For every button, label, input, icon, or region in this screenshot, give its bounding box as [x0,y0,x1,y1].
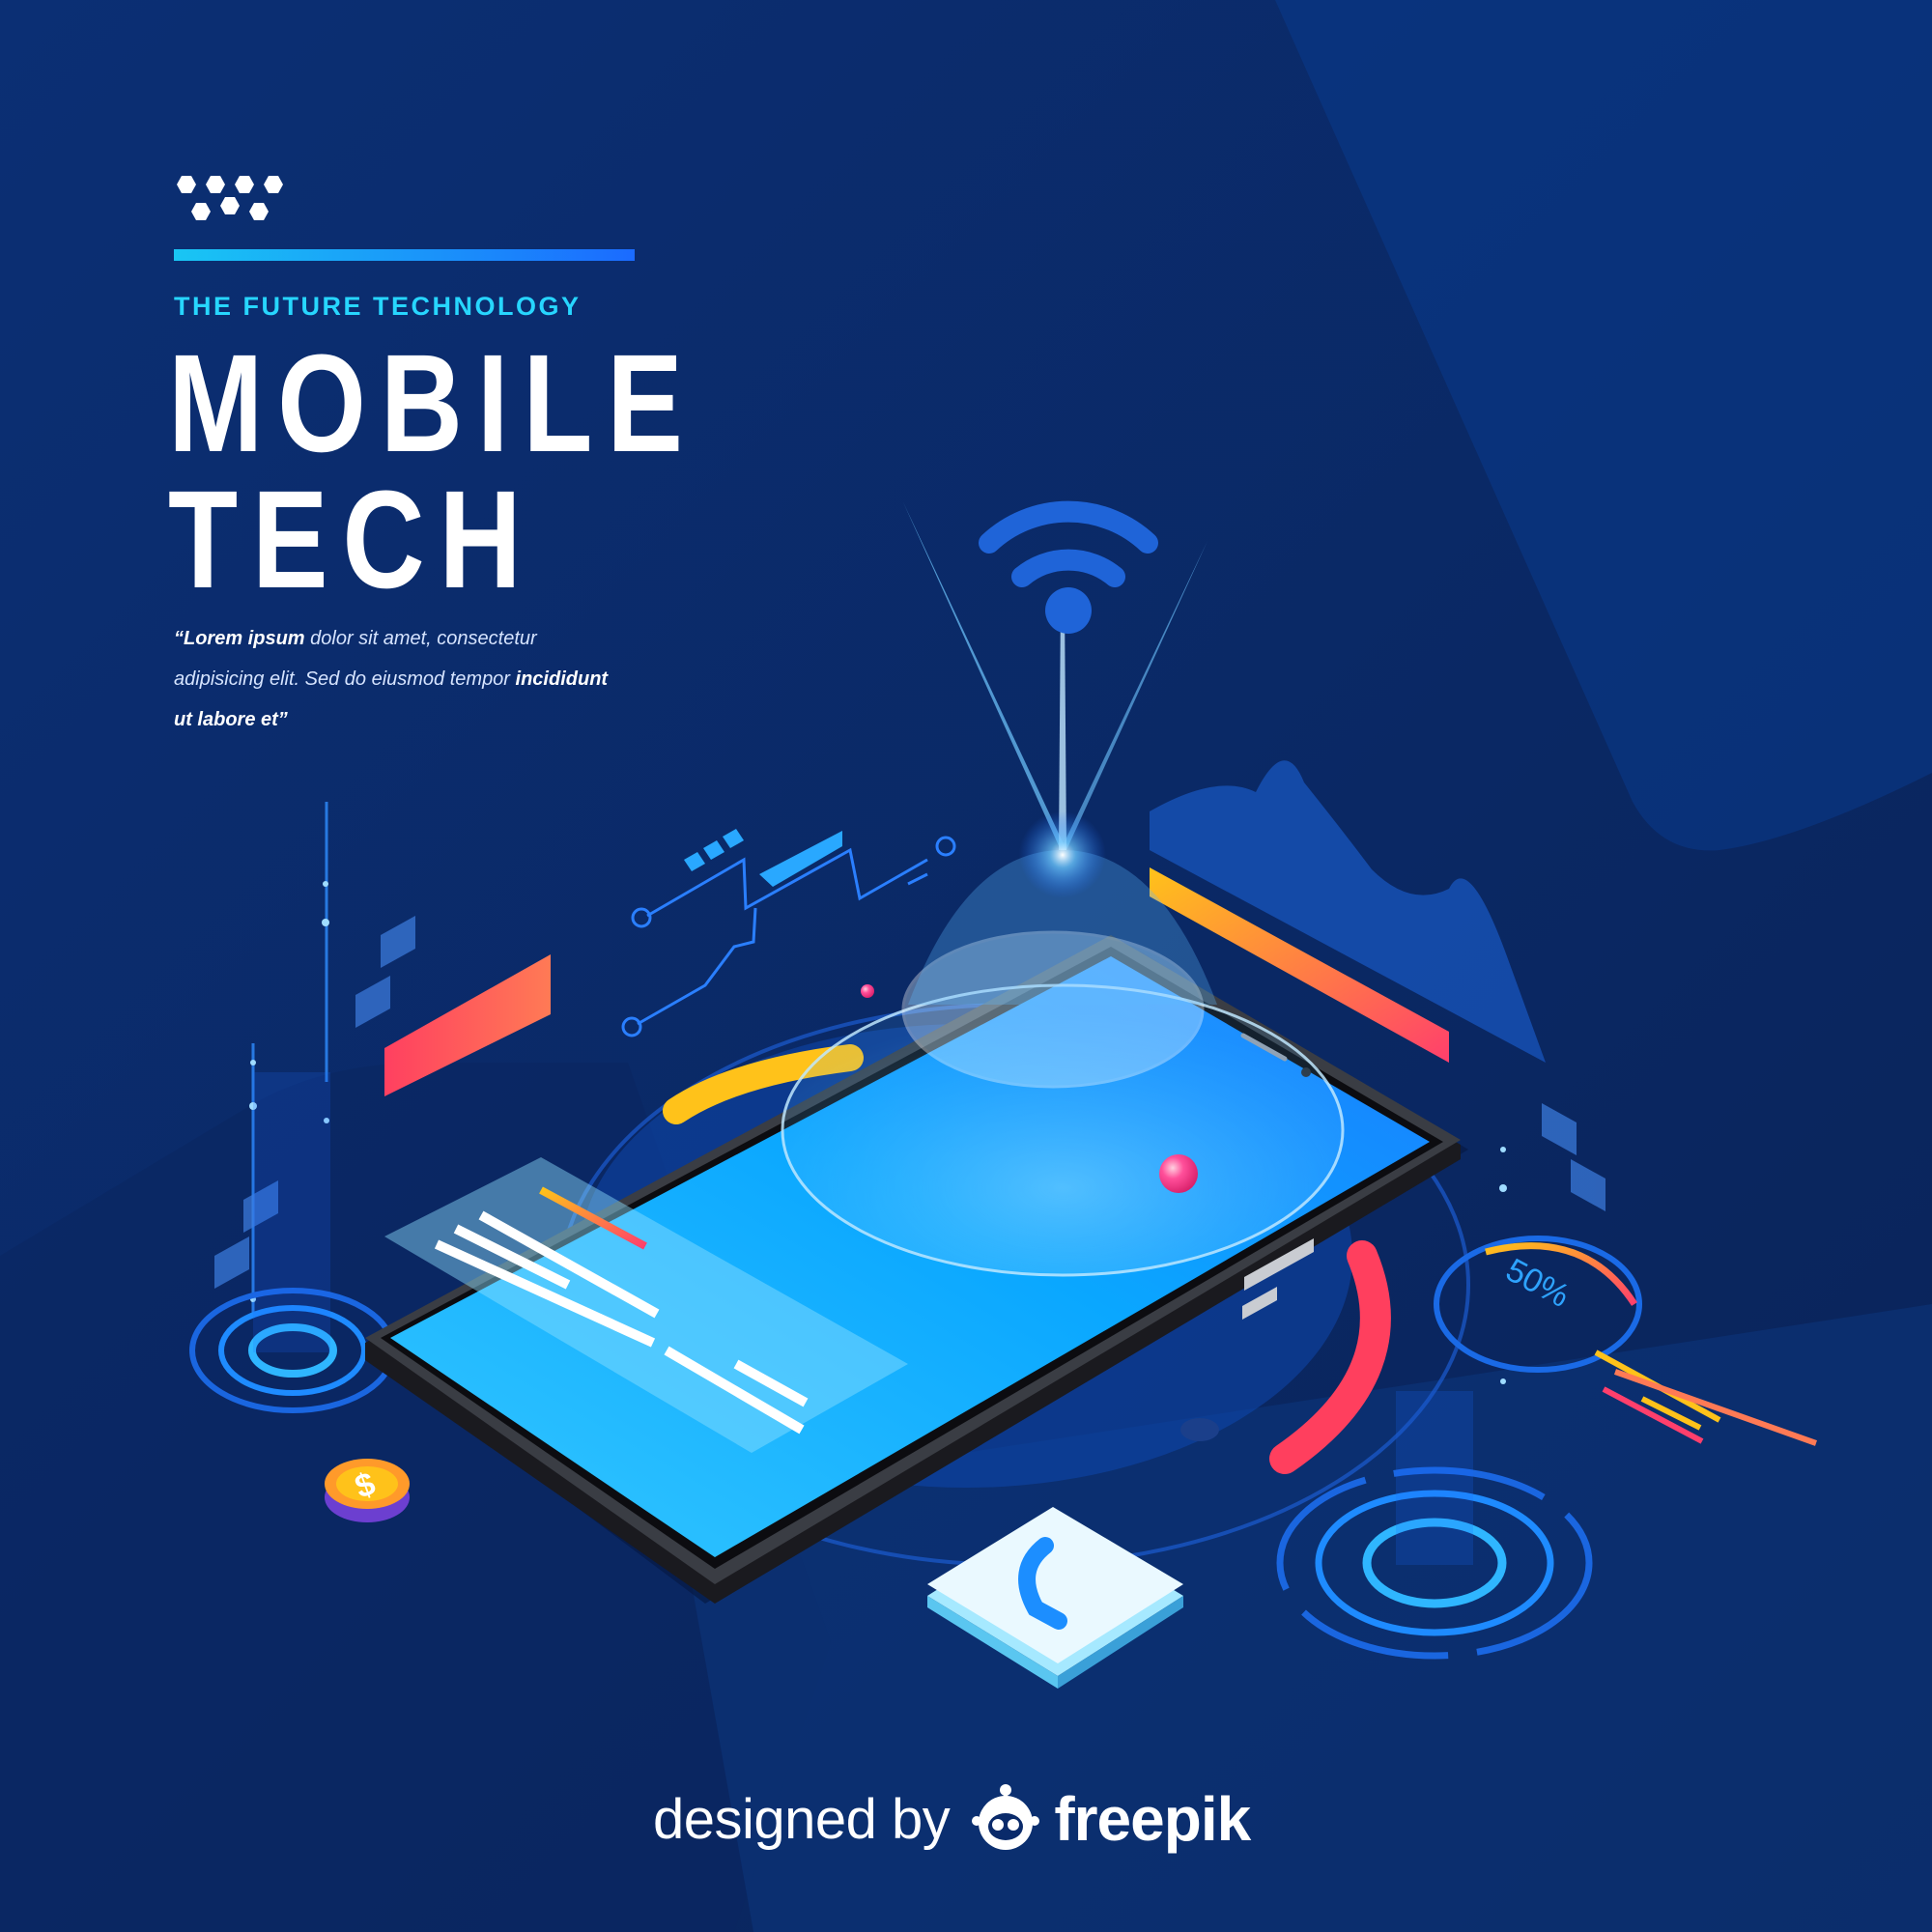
title-line-1: MOBILE [168,326,697,481]
quote-bold: ut labore et” [174,709,288,730]
eyebrow-heading: THE FUTURE TECHNOLOGY [174,292,582,321]
dollar-coin-icon: $ [325,1459,410,1522]
quote-bold: incididunt [515,668,609,690]
quote-line-3: ut labore et” [174,699,715,740]
quote-line-1: “Lorem ipsum dolor sit amet, consectetur [174,618,715,659]
pillar-left [253,1072,330,1352]
pink-ball [1159,1154,1198,1193]
freepik-logo-icon [972,1784,1040,1850]
hexagon-icon [206,176,225,193]
pillar-right [1396,1391,1473,1565]
hexagon-icon [177,176,196,193]
hexagon-icon [249,203,269,220]
hexagon-icon-row [177,176,283,220]
hexagon-icon [264,176,283,193]
floor-dot [1180,1418,1219,1441]
credit-prefix: designed by [653,1787,951,1851]
quote-regular: dolor sit amet, consectetur [304,628,537,649]
accent-underline [174,249,635,261]
credit-brand: freepik [1054,1784,1251,1854]
pink-ball-small [861,984,874,998]
title-line-2: TECH [168,462,536,617]
quote-regular: adipisicing elit. Sed do eiusmod tempor [174,668,516,690]
hexagon-icon [220,197,240,214]
illustration: 50% $ [0,0,1932,1932]
quote-text: “Lorem ipsum dolor sit amet, consectetur… [174,618,715,740]
quote-bold: “Lorem ipsum [174,628,305,649]
quote-line-2: adipisicing elit. Sed do eiusmod tempor … [174,659,715,699]
beam-glow [1019,811,1106,898]
hexagon-icon [235,176,254,193]
hexagon-icon [191,203,211,220]
credit-line: designed by freepik [653,1784,1251,1854]
poster: 50% $ THE FUTURE TECHNOLOGY MOBILE TECH … [0,0,1932,1932]
